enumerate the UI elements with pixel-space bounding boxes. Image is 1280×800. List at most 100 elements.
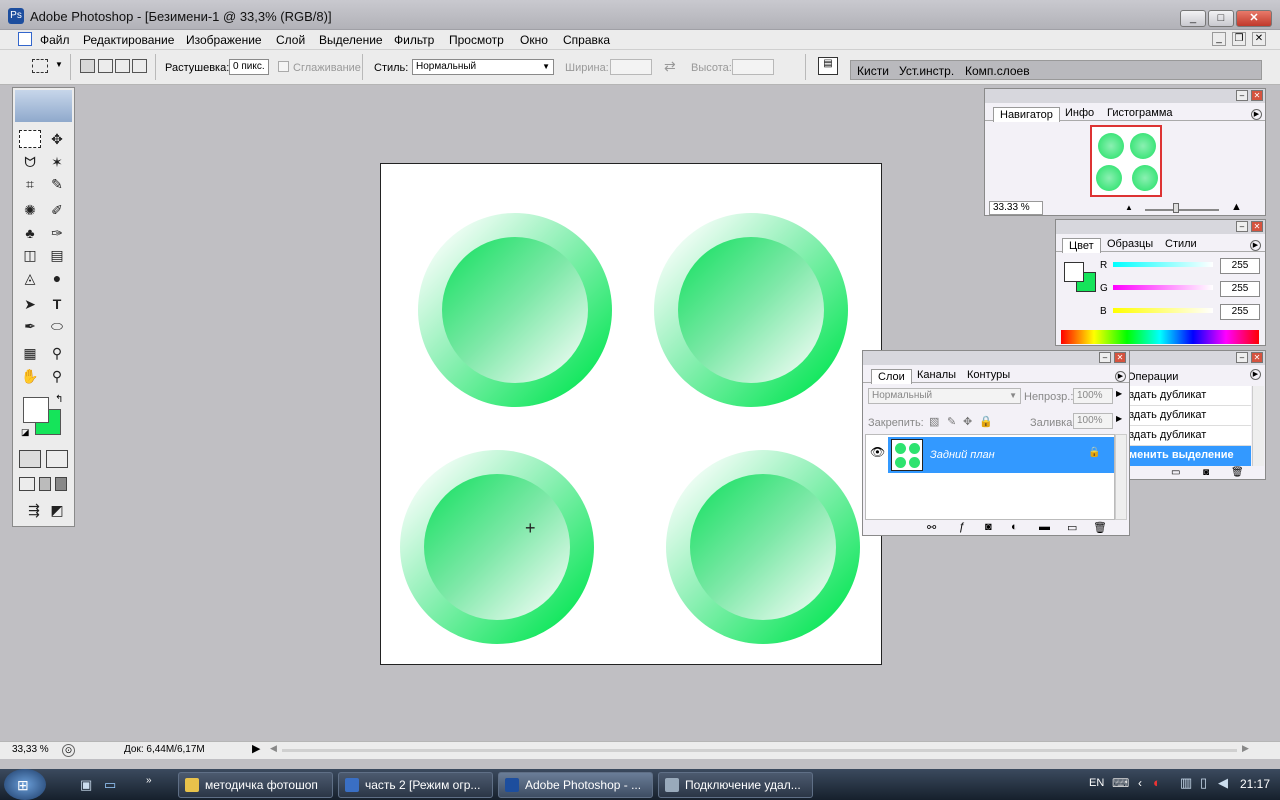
eraser-tool-icon[interactable]: ◫ bbox=[19, 245, 41, 265]
taskbar-item[interactable]: методичка фотошоп bbox=[178, 772, 333, 798]
default-colors-icon[interactable]: ◪ bbox=[21, 427, 30, 438]
path-select-icon[interactable]: ➤ bbox=[19, 294, 41, 314]
lasso-tool-icon[interactable]: ᗢ bbox=[19, 152, 41, 172]
swap-icon[interactable]: ⇄ bbox=[664, 58, 676, 75]
swap-colors-icon[interactable]: ↰ bbox=[55, 394, 63, 405]
status-info-icon[interactable]: ⊙ bbox=[62, 744, 75, 757]
zoom-slider-thumb[interactable] bbox=[1173, 203, 1179, 213]
doc-close-button[interactable]: ✕ bbox=[1252, 32, 1266, 46]
scroll-left-icon[interactable]: ◀ bbox=[270, 743, 277, 754]
layer-row-background[interactable]: Задний план 🔒 bbox=[888, 437, 1114, 473]
status-zoom[interactable]: 33,33 % bbox=[12, 744, 58, 758]
feather-input[interactable]: 0 пикс. bbox=[229, 59, 269, 75]
channel-b-slider[interactable] bbox=[1113, 308, 1213, 313]
history-item-selected[interactable]: менить выделение bbox=[1129, 446, 1251, 466]
panel-minimize-button[interactable]: – bbox=[1236, 90, 1248, 101]
taskbar-item[interactable]: Подключение удал... bbox=[658, 772, 813, 798]
taskbar-item-active[interactable]: Adobe Photoshop - ... bbox=[498, 772, 653, 798]
tab-history[interactable]: Операции bbox=[1127, 371, 1178, 383]
intersect-selection-icon[interactable] bbox=[132, 59, 147, 73]
volume-icon[interactable]: ◀ bbox=[1218, 775, 1228, 791]
channel-r-input[interactable]: 255 bbox=[1220, 258, 1260, 274]
lock-image-icon[interactable]: ✎ bbox=[947, 415, 956, 428]
style-select[interactable]: Нормальный ▼ bbox=[412, 59, 554, 75]
imageready-icon[interactable]: ◩ bbox=[46, 500, 68, 520]
close-button[interactable]: ✕ bbox=[1236, 10, 1272, 27]
start-button[interactable]: ⊞ bbox=[4, 769, 46, 800]
tray-expand-icon[interactable]: ‹ bbox=[1138, 776, 1142, 790]
new-layer-icon[interactable]: ▭ bbox=[1067, 521, 1077, 534]
menu-window[interactable]: Окно bbox=[520, 33, 548, 47]
navigator-thumbnail[interactable] bbox=[1090, 125, 1162, 197]
adjustment-layer-icon[interactable]: ◐ bbox=[1011, 521, 1018, 533]
hand-tool-icon[interactable]: ✋ bbox=[19, 366, 41, 386]
eyedropper-icon[interactable]: ⚲ bbox=[46, 343, 68, 363]
antivirus-icon[interactable]: ◐ bbox=[1153, 775, 1161, 790]
screen-mode-full-icon[interactable] bbox=[55, 477, 67, 491]
keyboard-icon[interactable]: ⌨ bbox=[1112, 776, 1129, 790]
new-group-icon[interactable]: ▬ bbox=[1039, 521, 1050, 533]
clone-stamp-icon[interactable]: ♣ bbox=[19, 223, 41, 243]
channel-b-input[interactable]: 255 bbox=[1220, 304, 1260, 320]
move-tool-icon[interactable]: ✥ bbox=[46, 129, 68, 149]
lock-all-icon[interactable]: 🔒 bbox=[979, 415, 993, 428]
zoom-slider-track[interactable] bbox=[1145, 209, 1219, 211]
blend-mode-select[interactable]: Нормальный ▼ bbox=[868, 388, 1021, 404]
quicklaunch-more-icon[interactable]: » bbox=[146, 775, 152, 786]
fill-input[interactable]: 100% bbox=[1073, 413, 1113, 429]
panel-minimize-button[interactable]: – bbox=[1099, 352, 1111, 363]
delete-layer-icon[interactable]: 🗑 bbox=[1093, 521, 1107, 534]
trash-icon[interactable]: 🗑 bbox=[1231, 467, 1244, 478]
standard-mode-icon[interactable] bbox=[19, 450, 41, 468]
zoom-in-icon[interactable]: ▲ bbox=[1231, 201, 1242, 213]
well-tab-brushes[interactable]: Кисти bbox=[857, 64, 889, 78]
tab-histogram[interactable]: Гистограмма bbox=[1107, 107, 1173, 119]
history-brush-icon[interactable]: ✑ bbox=[46, 223, 68, 243]
slice-tool-icon[interactable]: ✎ bbox=[46, 174, 68, 194]
panel-close-button[interactable]: ✕ bbox=[1114, 352, 1126, 363]
well-tab-tool-presets[interactable]: Уст.инстр. bbox=[899, 64, 954, 78]
new-document-icon[interactable]: ▭ bbox=[1171, 467, 1180, 478]
ellipse-tool-icon[interactable]: ⬭ bbox=[46, 316, 68, 336]
opacity-input[interactable]: 100% bbox=[1073, 388, 1113, 404]
healing-brush-icon[interactable]: ✺ bbox=[19, 200, 41, 220]
tab-swatches[interactable]: Образцы bbox=[1107, 238, 1153, 250]
panel-close-button[interactable]: ✕ bbox=[1251, 221, 1263, 232]
menu-edit[interactable]: Редактирование bbox=[83, 33, 174, 47]
pen-tool-icon[interactable]: ✒ bbox=[19, 316, 41, 336]
layer-style-icon[interactable]: ƒ bbox=[959, 521, 965, 533]
panel-menu-icon[interactable]: ▶ bbox=[1251, 109, 1262, 120]
show-desktop-icon[interactable]: ▣ bbox=[80, 777, 92, 793]
screen-mode-menu-icon[interactable] bbox=[39, 477, 51, 491]
channel-r-slider[interactable] bbox=[1113, 262, 1213, 267]
foreground-color-swatch[interactable] bbox=[23, 397, 49, 423]
tab-layers[interactable]: Слои bbox=[871, 369, 912, 384]
channel-g-slider[interactable] bbox=[1113, 285, 1213, 290]
document-canvas[interactable]: + bbox=[380, 163, 882, 665]
panel-minimize-button[interactable]: – bbox=[1236, 352, 1248, 363]
tab-paths[interactable]: Контуры bbox=[967, 369, 1010, 381]
clock[interactable]: 21:17 bbox=[1240, 777, 1270, 791]
menu-select[interactable]: Выделение bbox=[319, 33, 383, 47]
smooth-checkbox[interactable] bbox=[278, 61, 289, 72]
marquee-tool-icon[interactable] bbox=[19, 130, 41, 148]
magic-wand-icon[interactable]: ✶ bbox=[46, 152, 68, 172]
taskbar-item[interactable]: часть 2 [Режим огр... bbox=[338, 772, 493, 798]
zoom-out-icon[interactable]: ▲ bbox=[1125, 203, 1133, 212]
type-tool-icon[interactable]: T bbox=[46, 294, 68, 314]
dodge-tool-icon[interactable]: ● bbox=[46, 268, 68, 288]
horizontal-scrollbar[interactable] bbox=[282, 749, 1237, 752]
layers-scrollbar[interactable] bbox=[1115, 434, 1127, 520]
menu-filter[interactable]: Фильтр bbox=[394, 33, 434, 47]
zoom-tool-icon[interactable]: ⚲ bbox=[46, 366, 68, 386]
history-item[interactable]: здать дубликат bbox=[1129, 386, 1251, 406]
well-tab-layer-comps[interactable]: Комп.слоев bbox=[965, 64, 1030, 78]
color-spectrum-bar[interactable] bbox=[1061, 330, 1259, 344]
panel-minimize-button[interactable]: – bbox=[1236, 221, 1248, 232]
jump-to-imageready-icon[interactable]: ⇶ bbox=[23, 500, 45, 520]
menu-layer[interactable]: Слой bbox=[276, 33, 305, 47]
brush-tool-icon[interactable]: ✐ bbox=[46, 200, 68, 220]
fill-arrow-icon[interactable]: ▶ bbox=[1116, 414, 1122, 423]
doc-minimize-button[interactable]: _ bbox=[1212, 32, 1226, 46]
quick-mask-icon[interactable] bbox=[46, 450, 68, 468]
